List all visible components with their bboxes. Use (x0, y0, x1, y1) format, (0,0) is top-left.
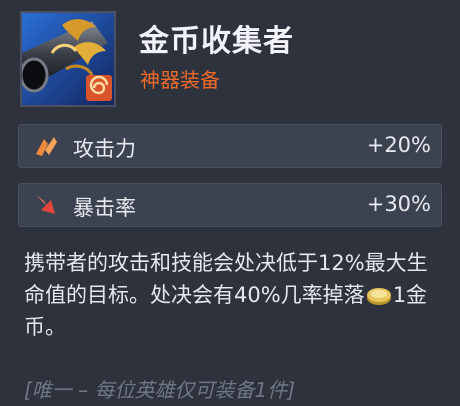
stat-row-crit: 暴击率 +30% (18, 183, 442, 227)
attack-damage-icon (36, 137, 57, 156)
gold-collector-gun-icon (20, 11, 116, 107)
item-description: 携带者的攻击和技能会处决低于12%最大生命值的目标。处决会有40%几率掉落 1金… (24, 247, 444, 343)
stat-row-attack: 攻击力 +20% (18, 124, 442, 168)
stat-value: +20% (366, 133, 431, 157)
unique-notice: [唯一 – 每位英雄仅可装备1件] (24, 378, 296, 402)
crit-chance-icon (36, 195, 55, 214)
stat-label: 暴击率 (73, 196, 136, 220)
item-name: 金币收集者 (139, 24, 294, 59)
stat-value: +30% (366, 192, 431, 216)
stat-label: 攻击力 (73, 137, 136, 161)
gold-coin-icon (366, 288, 391, 305)
item-type: 神器装备 (140, 68, 220, 92)
